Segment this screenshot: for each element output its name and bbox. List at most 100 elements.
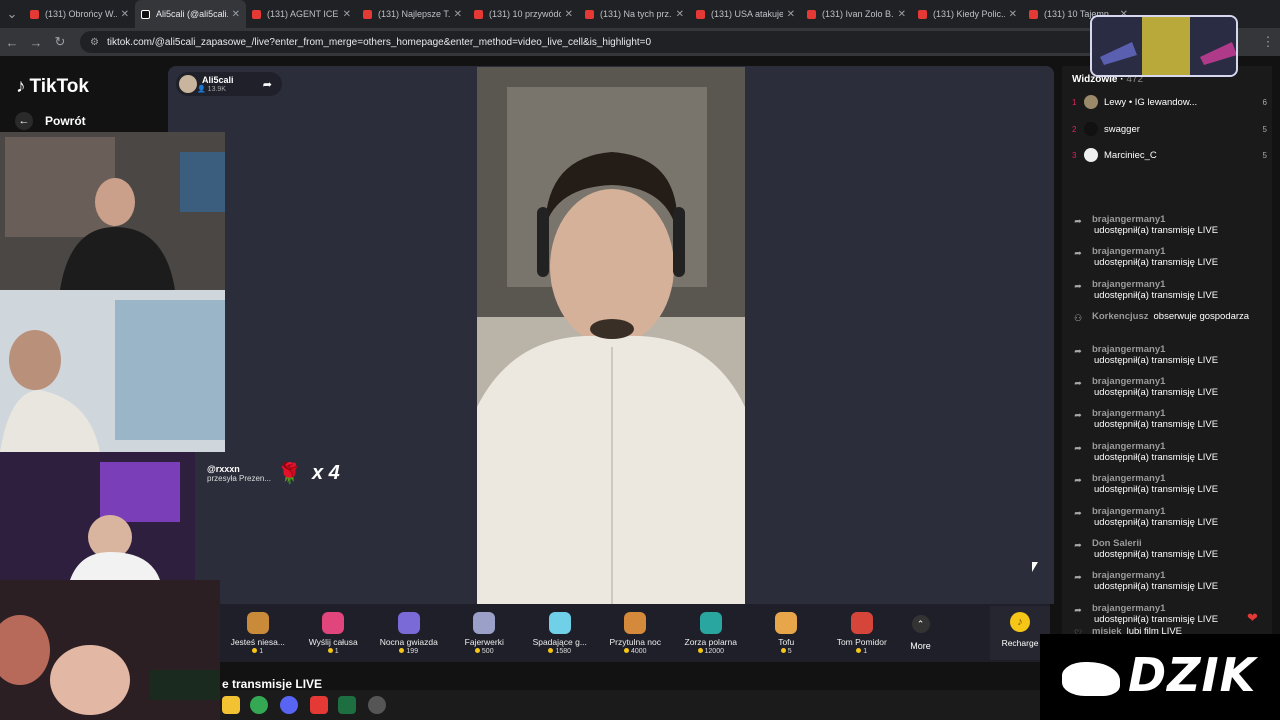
chat-username[interactable]: brajangermany1 <box>1092 570 1260 581</box>
tab-title: (131) Ivan Zolo B... <box>822 9 894 19</box>
chat-message: ➦ brajangermany1udostępnił(a) transmisję … <box>1070 570 1260 592</box>
close-icon[interactable]: ✕ <box>121 9 129 20</box>
gift-icon <box>548 611 571 634</box>
chat-username[interactable]: Don Salerii <box>1092 538 1260 549</box>
more-gifts-button[interactable]: ⌃ More <box>900 615 942 651</box>
gift-item[interactable]: Wyślij całusa 1 <box>296 611 372 655</box>
close-icon[interactable]: ✕ <box>343 9 351 20</box>
back-arrow-icon[interactable]: ← <box>0 35 24 50</box>
webcam-overlay-1 <box>0 132 225 290</box>
browser-tab[interactable]: (131) Najlepsze T... ✕ <box>357 0 468 28</box>
gift-notification: @rxxxn przesyła Prezen... 🌹 x 4 <box>193 455 353 491</box>
host-badge[interactable]: Ali5cali 👤 13.9K ➦ <box>176 72 282 96</box>
stream-overlay-graphic <box>1090 15 1238 77</box>
dzik-watermark: DZIK <box>1040 634 1280 720</box>
app-icon[interactable] <box>310 696 328 714</box>
chat-text: udostępnił(a) transmisję LIVE <box>1094 387 1219 398</box>
gift-icon <box>246 611 269 634</box>
gift-item[interactable]: Tofu 5 <box>749 611 825 655</box>
mouse-cursor <box>1032 562 1038 572</box>
share-icon: ➦ <box>1074 604 1082 615</box>
obs-icon[interactable] <box>368 696 386 714</box>
gift-item[interactable]: Tom Pomidor 1 <box>824 611 900 655</box>
tab-search-icon[interactable]: ⌄ <box>0 6 24 22</box>
chat-text: udostępnił(a) transmisję LIVE <box>1094 581 1219 593</box>
close-icon[interactable]: ✕ <box>232 9 240 20</box>
close-icon[interactable]: ✕ <box>454 9 462 20</box>
discord-icon[interactable] <box>280 696 298 714</box>
share-icon: ➦ <box>1074 442 1082 453</box>
close-icon[interactable]: ✕ <box>1009 9 1017 20</box>
chat-username[interactable]: brajangermany1 <box>1092 214 1260 225</box>
reload-icon[interactable]: ↻ <box>48 34 72 50</box>
tiktok-note-icon: ♪ <box>16 76 26 97</box>
file-explorer-icon[interactable] <box>222 696 240 714</box>
gift-icon <box>699 611 722 634</box>
chat-username[interactable]: brajangermany1 <box>1092 603 1260 614</box>
chat-username[interactable]: brajangermany1 <box>1092 376 1260 387</box>
close-icon[interactable]: ✕ <box>565 9 573 20</box>
viewer-row[interactable]: 1 Lewy • IG lewandow... 6 <box>1072 94 1267 110</box>
chat-message: ➦ brajangermany1udostępnił(a) transmisję … <box>1070 473 1260 495</box>
chat-text: udostępnił(a) transmisję LIVE <box>1094 289 1219 301</box>
share-icon: ➦ <box>1074 280 1082 291</box>
share-icon: ➦ <box>1074 216 1082 226</box>
browser-tab[interactable]: Ali5cali (@ali5cali... ✕ <box>135 0 246 28</box>
chat-text: udostępnił(a) transmisję LIVE <box>1094 257 1219 269</box>
menu-dots-icon[interactable]: ⋮ <box>1256 34 1280 50</box>
gift-item[interactable]: Fajerwerki 500 <box>447 611 523 655</box>
chat-username[interactable]: Korkencjusz <box>1092 311 1149 322</box>
close-icon[interactable]: ✕ <box>787 9 795 20</box>
gift-item[interactable]: Zorza polarna 12000 <box>673 611 749 655</box>
site-settings-icon[interactable]: ⚙ <box>90 37 99 48</box>
chrome-icon[interactable] <box>250 696 268 714</box>
chat-message: ➦ brajangermany1udostępnił(a) transmisję … <box>1070 246 1260 268</box>
chat-username[interactable]: brajangermany1 <box>1092 473 1260 484</box>
viewer-row[interactable]: 2 swagger 5 <box>1072 121 1267 137</box>
chat-username[interactable]: brajangermany1 <box>1092 506 1260 517</box>
tab-title: (131) AGENT ICE... <box>267 9 339 19</box>
browser-tab[interactable]: (131) Na tych prz... ✕ <box>579 0 690 28</box>
browser-tab[interactable]: (131) USA atakuje... ✕ <box>690 0 801 28</box>
url-input[interactable]: ⚙ tiktok.com/@ali5cali_zapasowe_/live?en… <box>80 31 1230 53</box>
share-icon[interactable]: ➦ <box>263 78 272 91</box>
close-icon[interactable]: ✕ <box>898 9 906 20</box>
chat-message: ➦ Don Salerii udostępnił(a) transmisję LIV… <box>1070 538 1260 560</box>
back-button[interactable]: ← Powrót <box>15 112 86 130</box>
chat-message: ➦ brajangermany1udostępnił(a) transmisję … <box>1070 214 1260 236</box>
chat-username[interactable]: brajangermany1 <box>1092 246 1260 257</box>
gift-icon <box>775 611 798 634</box>
gift-item[interactable]: Przytulna noc 4000 <box>598 611 674 655</box>
host-viewer-count: 👤 13.9K <box>197 85 226 93</box>
gift-item[interactable]: Spadające g... 1580 <box>522 611 598 655</box>
tab-favicon-icon <box>252 9 261 19</box>
tab-favicon-icon <box>807 9 816 19</box>
share-icon: ➦ <box>1074 248 1082 259</box>
share-icon: ➦ <box>1074 475 1082 486</box>
chat-username[interactable]: brajangermany1 <box>1092 441 1260 452</box>
live-video[interactable] <box>477 67 745 604</box>
browser-tab[interactable]: (131) Kiedy Polic... ✕ <box>912 0 1023 28</box>
heart-icon[interactable]: ❤ <box>1247 610 1258 626</box>
coin-icon: ♪ <box>1010 612 1030 632</box>
chat-text: udostępnił(a) transmisję LIVE <box>1094 549 1219 560</box>
tiktok-logo[interactable]: ♪ TikTok <box>16 76 89 98</box>
browser-tab[interactable]: (131) Ivan Zolo B... ✕ <box>801 0 912 28</box>
chat-username[interactable]: brajangermany1 <box>1092 408 1260 419</box>
chat-username[interactable]: brajangermany1 <box>1092 344 1260 355</box>
host-avatar[interactable] <box>179 75 197 93</box>
tab-favicon-icon <box>696 9 705 19</box>
excel-icon[interactable] <box>338 696 356 714</box>
follow-icon: ⚇ <box>1073 313 1083 324</box>
gift-item[interactable]: Nocna gwiazda 199 <box>371 611 447 655</box>
browser-tab[interactable]: (131) AGENT ICE... ✕ <box>246 0 357 28</box>
forward-arrow-icon[interactable]: → <box>24 35 48 50</box>
share-icon: ➦ <box>1074 572 1082 583</box>
viewer-row[interactable]: 3 Marciniec_C 5 <box>1072 147 1267 163</box>
browser-address-bar: ← → ↻ ⚙ tiktok.com/@ali5cali_zapasowe_/l… <box>0 28 1280 56</box>
browser-tab[interactable]: (131) 10 przywódc... ✕ <box>468 0 579 28</box>
chat-username[interactable]: brajangermany1 <box>1092 279 1260 290</box>
gift-item[interactable]: Jesteś niesa... 1 <box>220 611 296 655</box>
browser-tab[interactable]: (131) Obrońcy W... ✕ <box>24 0 135 28</box>
close-icon[interactable]: ✕ <box>676 9 684 20</box>
